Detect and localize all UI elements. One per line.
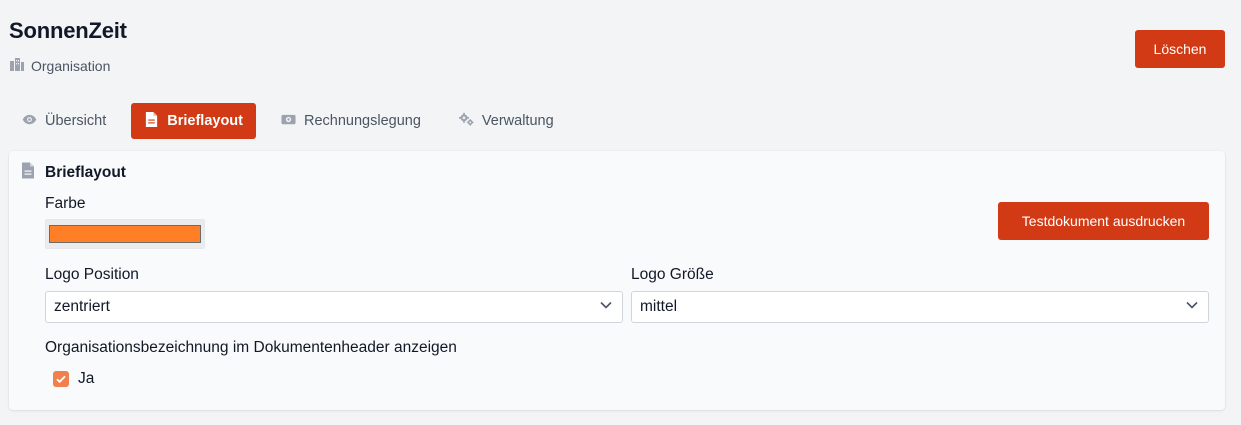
brieflayout-panel: Brieflayout Farbe Testdokument ausdrucke… [9,151,1225,410]
color-label: Farbe [45,195,86,212]
logo-size-value: mittel [640,298,678,315]
color-swatch [49,225,201,243]
subtitle-text: Organisation [31,57,111,74]
logo-position-value: zentriert [54,298,110,315]
tab-label: Verwaltung [481,113,554,129]
tab-overview[interactable]: Übersicht [9,103,119,139]
org-header-checkbox-row[interactable]: Ja [53,370,94,388]
panel-title-text: Brieflayout [45,164,126,181]
tab-bar: Übersicht Brieflayout Rechnungslegung Ve… [9,103,579,139]
logo-position-label: Logo Position [45,266,139,283]
tab-label: Rechnungslegung [304,113,421,129]
tab-rechnungslegung[interactable]: Rechnungslegung [268,103,434,139]
eye-icon [22,112,37,131]
document-icon [21,162,35,184]
gears-icon [458,112,474,131]
tab-verwaltung[interactable]: Verwaltung [446,103,567,139]
delete-button[interactable]: Löschen [1135,30,1225,68]
panel-title: Brieflayout [21,162,126,184]
building-icon [9,56,25,75]
color-picker[interactable] [45,219,205,249]
chevron-down-icon [1185,298,1199,317]
org-header-label: Organisationsbezeichnung im Dokumentenhe… [45,339,457,356]
money-icon [281,112,296,131]
org-header-checkbox[interactable] [53,371,69,387]
logo-size-label: Logo Größe [631,266,714,283]
page-title: SonnenZeit [9,18,127,43]
tab-brieflayout[interactable]: Brieflayout [131,103,256,139]
chevron-down-icon [599,298,613,317]
logo-size-select[interactable]: mittel [631,291,1209,323]
logo-position-select[interactable]: zentriert [45,291,623,323]
page-subtitle: Organisation [9,56,110,75]
checkbox-label: Ja [78,370,95,387]
print-test-document-button[interactable]: Testdokument ausdrucken [998,202,1209,240]
tab-label: Brieflayout [167,113,243,129]
document-icon [144,111,159,131]
tab-label: Übersicht [45,113,107,129]
